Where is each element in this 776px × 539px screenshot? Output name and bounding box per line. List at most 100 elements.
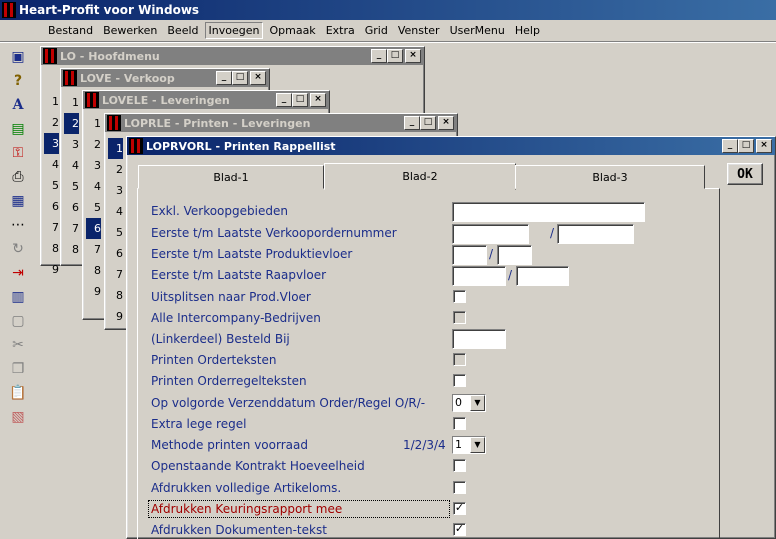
orderteksten-checkbox[interactable] — [453, 353, 466, 366]
close-icon[interactable]: × — [756, 139, 772, 153]
list-item[interactable]: 9 — [86, 281, 101, 302]
minimize-icon[interactable]: _ — [371, 49, 387, 63]
list-item[interactable]: 8 — [64, 239, 79, 260]
close-icon[interactable]: × — [438, 116, 454, 130]
list-item[interactable]: 5 — [64, 176, 79, 197]
minimize-icon[interactable]: _ — [216, 71, 232, 85]
besteld-bij-input[interactable] — [452, 329, 506, 349]
list-item[interactable]: 2 — [64, 113, 79, 134]
hoofdmenu-titlebar[interactable]: LO - Hoofdmenu _ □ × — [41, 47, 424, 65]
list-item[interactable]: 5 — [108, 222, 123, 243]
menu-opmaak[interactable]: Opmaak — [265, 22, 319, 39]
leveringen-titlebar[interactable]: LOVELE - Leveringen _ □ × — [83, 91, 329, 109]
uitsplitsen-checkbox[interactable] — [453, 290, 466, 303]
list-item[interactable]: 1 — [86, 113, 101, 134]
key-icon[interactable]: ⚿ — [6, 142, 30, 164]
orderregelteksten-checkbox[interactable] — [453, 374, 466, 387]
printen-leveringen-titlebar[interactable]: LOPRLE - Printen - Leveringen _ □ × — [105, 114, 457, 132]
chevron-down-icon[interactable]: ▼ — [470, 437, 485, 453]
printer-icon[interactable]: ⎙ — [6, 166, 30, 188]
raapvloer-to-input[interactable] — [516, 266, 569, 286]
list-item[interactable]: 7 — [44, 217, 59, 238]
maximize-icon[interactable]: □ — [420, 116, 436, 130]
menu-help[interactable]: Help — [511, 22, 544, 39]
produktievloer-to-input[interactable] — [497, 245, 532, 265]
volgorde-select[interactable]: 0 ▼ — [452, 394, 486, 412]
list-item[interactable]: 8 — [44, 238, 59, 259]
list-item[interactable]: 6 — [108, 243, 123, 264]
close-icon[interactable]: × — [250, 71, 266, 85]
rappellist-titlebar[interactable]: LOPRVORL - Printen Rappellist _ □ × — [127, 137, 775, 155]
menu-bewerken[interactable]: Bewerken — [99, 22, 161, 39]
maximize-icon[interactable]: □ — [292, 93, 308, 107]
list-item[interactable]: 6 — [44, 196, 59, 217]
methode-select[interactable]: 1 ▼ — [452, 436, 486, 454]
dokumenten-checkbox[interactable]: ✓ — [453, 523, 466, 536]
cut-icon[interactable]: ✂ — [6, 334, 30, 356]
kontrakt-checkbox[interactable] — [453, 459, 466, 472]
menu-bestand[interactable]: Bestand — [44, 22, 97, 39]
list-item[interactable]: 7 — [64, 218, 79, 239]
produktievloer-from-input[interactable] — [452, 245, 487, 265]
list-item[interactable]: 6 — [86, 218, 101, 239]
list-item[interactable]: 9 — [44, 259, 59, 280]
tab-blad-1[interactable]: Blad-1 — [138, 165, 324, 189]
list-item[interactable]: 2 — [44, 112, 59, 133]
list-item[interactable]: 1 — [64, 92, 79, 113]
list-item[interactable]: 2 — [108, 159, 123, 180]
refresh-icon[interactable]: ↻ — [6, 238, 30, 260]
menu-venster[interactable]: Venster — [394, 22, 444, 39]
list-item[interactable]: 8 — [108, 285, 123, 306]
chart-icon[interactable]: ▥ — [6, 286, 30, 308]
tab-blad-3[interactable]: Blad-3 — [515, 165, 705, 189]
list-item[interactable]: 2 — [86, 134, 101, 155]
list-item[interactable]: 1 — [44, 91, 59, 112]
dots-icon[interactable]: ⋯ — [6, 214, 30, 236]
list-item[interactable]: 4 — [64, 155, 79, 176]
menu-beeld[interactable]: Beeld — [163, 22, 202, 39]
artikeloms-checkbox[interactable] — [453, 481, 466, 494]
paste-icon[interactable]: 📋 — [6, 382, 30, 404]
close-icon[interactable]: × — [405, 49, 421, 63]
extra-lege-regel-checkbox[interactable] — [453, 417, 466, 430]
font-icon[interactable]: A — [6, 94, 30, 116]
menu-usermenu[interactable]: UserMenu — [446, 22, 509, 39]
minimize-icon[interactable]: _ — [276, 93, 292, 107]
list-item[interactable]: 8 — [86, 260, 101, 281]
menu-grid[interactable]: Grid — [361, 22, 392, 39]
ok-button[interactable]: OK — [727, 163, 763, 185]
close-icon[interactable]: × — [310, 93, 326, 107]
help-icon[interactable]: ? — [6, 70, 30, 92]
verkoop-titlebar[interactable]: LOVE - Verkoop _ □ × — [61, 69, 269, 87]
list-item[interactable]: 9 — [108, 306, 123, 327]
list-item[interactable]: 4 — [108, 201, 123, 222]
verkoopordernummer-from-input[interactable] — [452, 224, 529, 244]
minimize-icon[interactable]: _ — [404, 116, 420, 130]
window-icon[interactable]: ▣ — [6, 46, 30, 68]
menu-extra[interactable]: Extra — [322, 22, 359, 39]
maximize-icon[interactable]: □ — [738, 139, 754, 153]
list-item[interactable]: 6 — [64, 197, 79, 218]
menu-invoegen[interactable]: Invoegen — [204, 21, 264, 39]
minimize-icon[interactable]: _ — [722, 139, 738, 153]
raapvloer-from-input[interactable] — [452, 266, 506, 286]
export-icon[interactable]: ⇥ — [6, 262, 30, 284]
list-item[interactable]: 7 — [108, 264, 123, 285]
document-icon[interactable]: ▤ — [6, 118, 30, 140]
list-item[interactable]: 5 — [86, 197, 101, 218]
list-item[interactable]: 3 — [64, 134, 79, 155]
frame-icon[interactable]: ▢ — [6, 310, 30, 332]
list-item[interactable]: 3 — [44, 133, 59, 154]
list-item[interactable]: 4 — [86, 176, 101, 197]
list-item[interactable]: 7 — [86, 239, 101, 260]
list-item[interactable]: 5 — [44, 175, 59, 196]
list-item[interactable]: 1 — [108, 138, 123, 159]
keuringsrapport-checkbox[interactable]: ✓ — [453, 502, 466, 515]
intercompany-checkbox[interactable] — [453, 311, 466, 324]
table-icon[interactable]: ▦ — [6, 190, 30, 212]
list-item[interactable]: 3 — [108, 180, 123, 201]
list-item[interactable]: 3 — [86, 155, 101, 176]
tab-blad-2[interactable]: Blad-2 — [324, 163, 516, 190]
verkoopordernummer-to-input[interactable] — [557, 224, 634, 244]
maximize-icon[interactable]: □ — [387, 49, 403, 63]
